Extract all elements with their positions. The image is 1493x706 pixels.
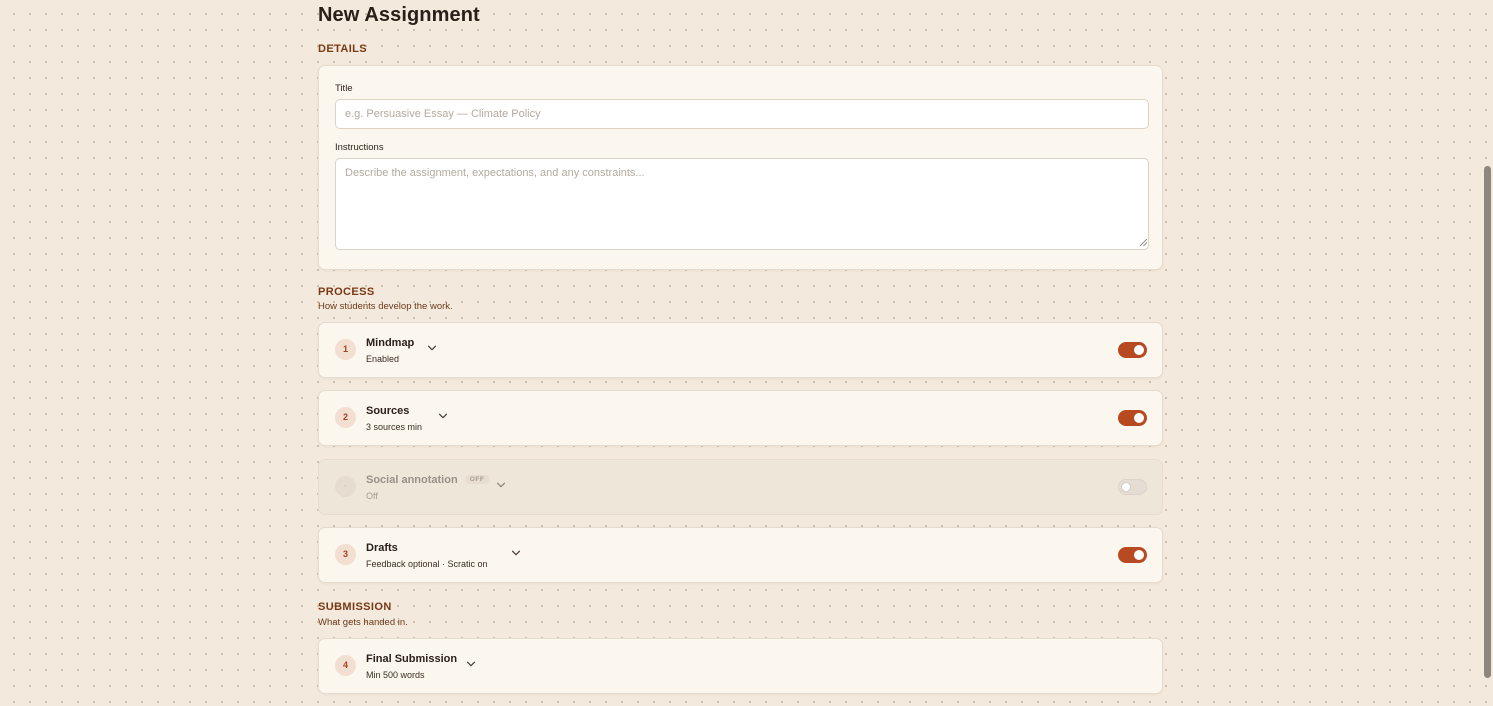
instructions-textarea[interactable]	[335, 158, 1149, 250]
scrollbar[interactable]	[1481, 0, 1493, 706]
chevron-down-icon[interactable]	[466, 659, 476, 669]
step-title: Mindmap	[366, 337, 415, 349]
step-subtitle: 3 sources min	[366, 422, 423, 432]
step-subtitle: Off	[366, 491, 378, 501]
step-title: Drafts	[366, 542, 398, 554]
step-number-badge: 4	[335, 655, 356, 676]
social-annotation-toggle[interactable]	[1118, 479, 1147, 495]
step-title: Social annotation	[366, 474, 458, 486]
step-number-badge: ·	[335, 476, 356, 497]
resize-handle-icon[interactable]	[1140, 239, 1147, 246]
mindmap-toggle[interactable]	[1118, 342, 1147, 358]
chevron-down-icon[interactable]	[427, 343, 437, 353]
process-step-social-annotation[interactable]: · Social annotation OFF Off	[318, 459, 1163, 515]
scrollbar-thumb[interactable]	[1484, 166, 1491, 678]
chevron-down-icon[interactable]	[438, 411, 448, 421]
chevron-down-icon[interactable]	[496, 480, 506, 490]
title-input[interactable]	[335, 99, 1149, 129]
details-section-label: DETAILS	[318, 43, 368, 55]
page-title: New Assignment	[318, 4, 480, 26]
submission-section-label: SUBMISSION	[318, 601, 392, 613]
process-step-sources[interactable]: 2 Sources 3 sources min	[318, 390, 1163, 446]
drafts-toggle[interactable]	[1118, 547, 1147, 563]
toggle-knob	[1134, 550, 1144, 560]
instructions-field-label: Instructions	[335, 142, 384, 153]
step-subtitle: Enabled	[366, 354, 400, 364]
sources-toggle[interactable]	[1118, 410, 1147, 426]
step-number-badge: 1	[335, 339, 356, 360]
step-title-wrapper: Social annotation OFF	[366, 474, 490, 486]
step-title: Sources	[366, 405, 410, 417]
instructions-wrapper	[319, 158, 1164, 250]
step-subtitle: Min 500 words	[366, 670, 425, 680]
toggle-knob	[1134, 413, 1144, 423]
step-subtitle: Feedback optional · Scratic on	[366, 559, 488, 569]
step-number-badge: 3	[335, 544, 356, 565]
submission-step-final[interactable]: 4 Final Submission Min 500 words	[318, 638, 1163, 694]
details-card: Title Instructions	[318, 65, 1163, 270]
step-title: Final Submission	[366, 653, 458, 665]
process-section-label: PROCESS	[318, 286, 375, 298]
process-step-drafts[interactable]: 3 Drafts Feedback optional · Scratic on	[318, 527, 1163, 583]
step-number-badge: 2	[335, 407, 356, 428]
title-field-label: Title	[335, 83, 353, 94]
process-step-mindmap[interactable]: 1 Mindmap Enabled	[318, 322, 1163, 378]
process-section-subtitle: How students develop the work.	[318, 301, 453, 312]
chevron-down-icon[interactable]	[511, 548, 521, 558]
off-badge: OFF	[464, 475, 490, 484]
toggle-knob	[1121, 482, 1131, 492]
submission-section-subtitle: What gets handed in.	[318, 617, 408, 628]
toggle-knob	[1134, 345, 1144, 355]
